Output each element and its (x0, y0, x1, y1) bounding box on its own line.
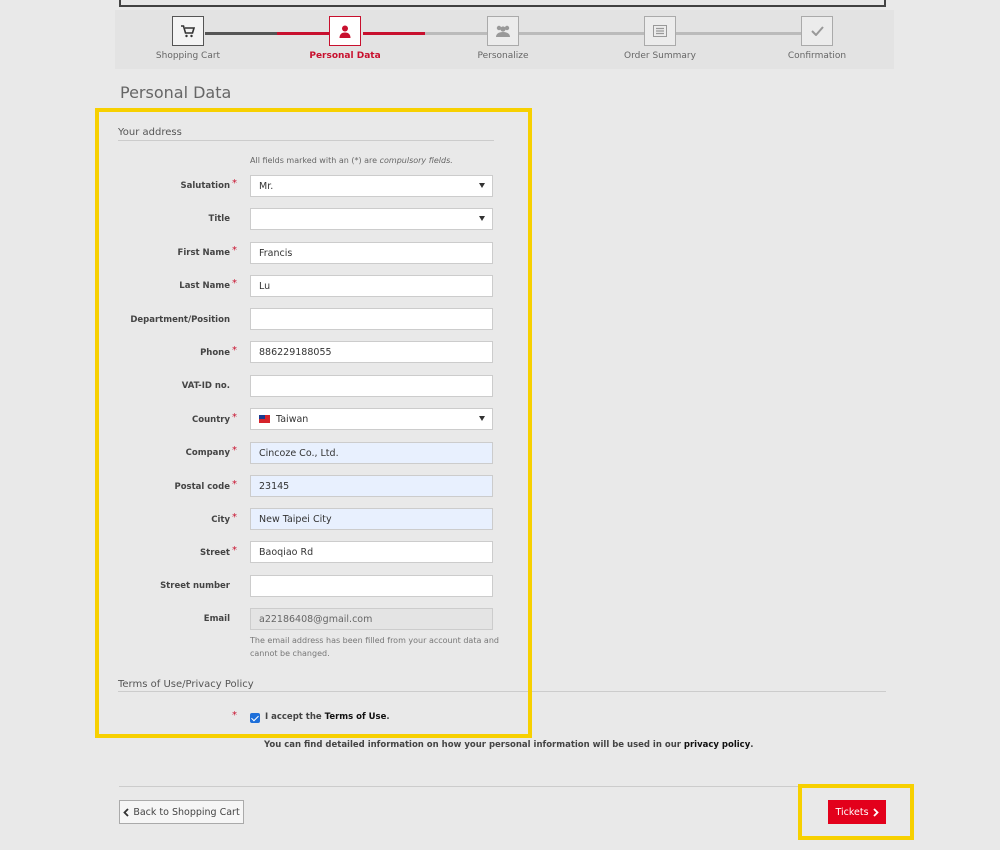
city-label: City (211, 515, 230, 525)
privacy-info-text: You can find detailed information on how… (264, 740, 754, 750)
phone-value: 886229188055 (259, 346, 332, 358)
first-name-label: First Name (177, 248, 230, 258)
vat-input[interactable] (250, 375, 493, 397)
first-name-value: Francis (259, 247, 293, 259)
last-name-input[interactable]: Lu (250, 275, 493, 297)
step-label: Personalize (477, 51, 529, 61)
postal-code-input[interactable]: 23145 (250, 475, 493, 497)
chevron-left-icon (123, 807, 129, 817)
caret-down-icon (479, 416, 485, 421)
email-input: a22186408@gmail.com (250, 608, 493, 630)
section-your-address: Your address (118, 127, 182, 138)
required-marker: * (232, 412, 237, 423)
bottom-divider (119, 786, 886, 787)
step-confirmation: Confirmation (767, 16, 867, 61)
title-select[interactable] (250, 208, 493, 230)
first-name-input[interactable]: Francis (250, 242, 493, 264)
person-icon (329, 16, 361, 46)
step-order-summary: Order Summary (610, 16, 710, 61)
tickets-button[interactable]: Tickets (828, 800, 886, 824)
email-help-text: The email address has been filled from y… (250, 636, 499, 658)
privacy-policy-link[interactable]: privacy policy (684, 740, 750, 750)
step-shopping-cart[interactable]: Shopping Cart (138, 16, 238, 61)
section-terms: Terms of Use/Privacy Policy (118, 679, 254, 690)
section-divider (118, 140, 494, 141)
company-label: Company (185, 448, 230, 458)
department-label: Department/Position (130, 315, 230, 325)
vat-label: VAT-ID no. (181, 381, 230, 391)
last-name-value: Lu (259, 280, 271, 292)
tickets-button-label: Tickets (835, 806, 869, 818)
street-number-label: Street number (160, 581, 230, 591)
city-value: New Taipei City (259, 513, 332, 525)
required-marker: * (232, 512, 237, 523)
step-label: Order Summary (624, 51, 696, 61)
postal-code-label: Postal code (174, 482, 230, 492)
street-value: Baoqiao Rd (259, 546, 314, 558)
list-icon (644, 16, 676, 46)
checkout-stepper: Shopping Cart Personal Data Personalize … (115, 10, 894, 69)
company-value: Cincoze Co., Ltd. (259, 447, 339, 459)
terms-checkbox[interactable] (250, 713, 260, 723)
required-marker: * (232, 178, 237, 189)
salutation-select[interactable]: Mr. (250, 175, 493, 197)
top-panel-edge (119, 0, 886, 7)
chevron-right-icon (872, 807, 879, 817)
title-label: Title (208, 214, 230, 224)
country-value: Taiwan (276, 413, 309, 425)
compulsory-note: All fields marked with an (*) are compul… (250, 156, 453, 165)
terms-accept-text: I accept the Terms of Use. (265, 712, 390, 722)
caret-down-icon (479, 216, 485, 221)
back-to-cart-button[interactable]: Back to Shopping Cart (119, 800, 244, 824)
required-marker: * (232, 278, 237, 289)
required-marker: * (232, 245, 237, 256)
required-marker: * (232, 345, 237, 356)
step-personal-data[interactable]: Personal Data (295, 16, 395, 61)
taiwan-flag-icon (259, 415, 270, 423)
phone-label: Phone (200, 348, 230, 358)
required-marker: * (232, 710, 237, 721)
step-personalize: Personalize (453, 16, 553, 61)
page-title: Personal Data (120, 83, 232, 102)
email-label: Email (203, 614, 230, 624)
group-icon (487, 16, 519, 46)
required-marker: * (232, 545, 237, 556)
required-marker: * (232, 479, 237, 490)
city-input[interactable]: New Taipei City (250, 508, 493, 530)
step-label: Personal Data (309, 51, 381, 61)
department-input[interactable] (250, 308, 493, 330)
email-value: a22186408@gmail.com (259, 613, 373, 625)
check-icon (801, 16, 833, 46)
street-number-input[interactable] (250, 575, 493, 597)
section-divider (118, 691, 886, 692)
back-button-label: Back to Shopping Cart (133, 806, 240, 818)
street-label: Street (200, 548, 230, 558)
cart-icon (172, 16, 204, 46)
step-label: Shopping Cart (155, 51, 221, 61)
required-marker: * (232, 445, 237, 456)
salutation-label: Salutation (180, 181, 231, 191)
street-input[interactable]: Baoqiao Rd (250, 541, 493, 563)
phone-input[interactable]: 886229188055 (250, 341, 493, 363)
company-input[interactable]: Cincoze Co., Ltd. (250, 442, 493, 464)
terms-of-use-link[interactable]: Terms of Use (325, 712, 387, 722)
salutation-value: Mr. (259, 180, 274, 192)
postal-code-value: 23145 (259, 480, 290, 492)
country-label: Country (192, 415, 230, 425)
caret-down-icon (479, 183, 485, 188)
step-label: Confirmation (787, 51, 847, 61)
last-name-label: Last Name (179, 281, 230, 291)
country-select[interactable]: Taiwan (250, 408, 493, 430)
